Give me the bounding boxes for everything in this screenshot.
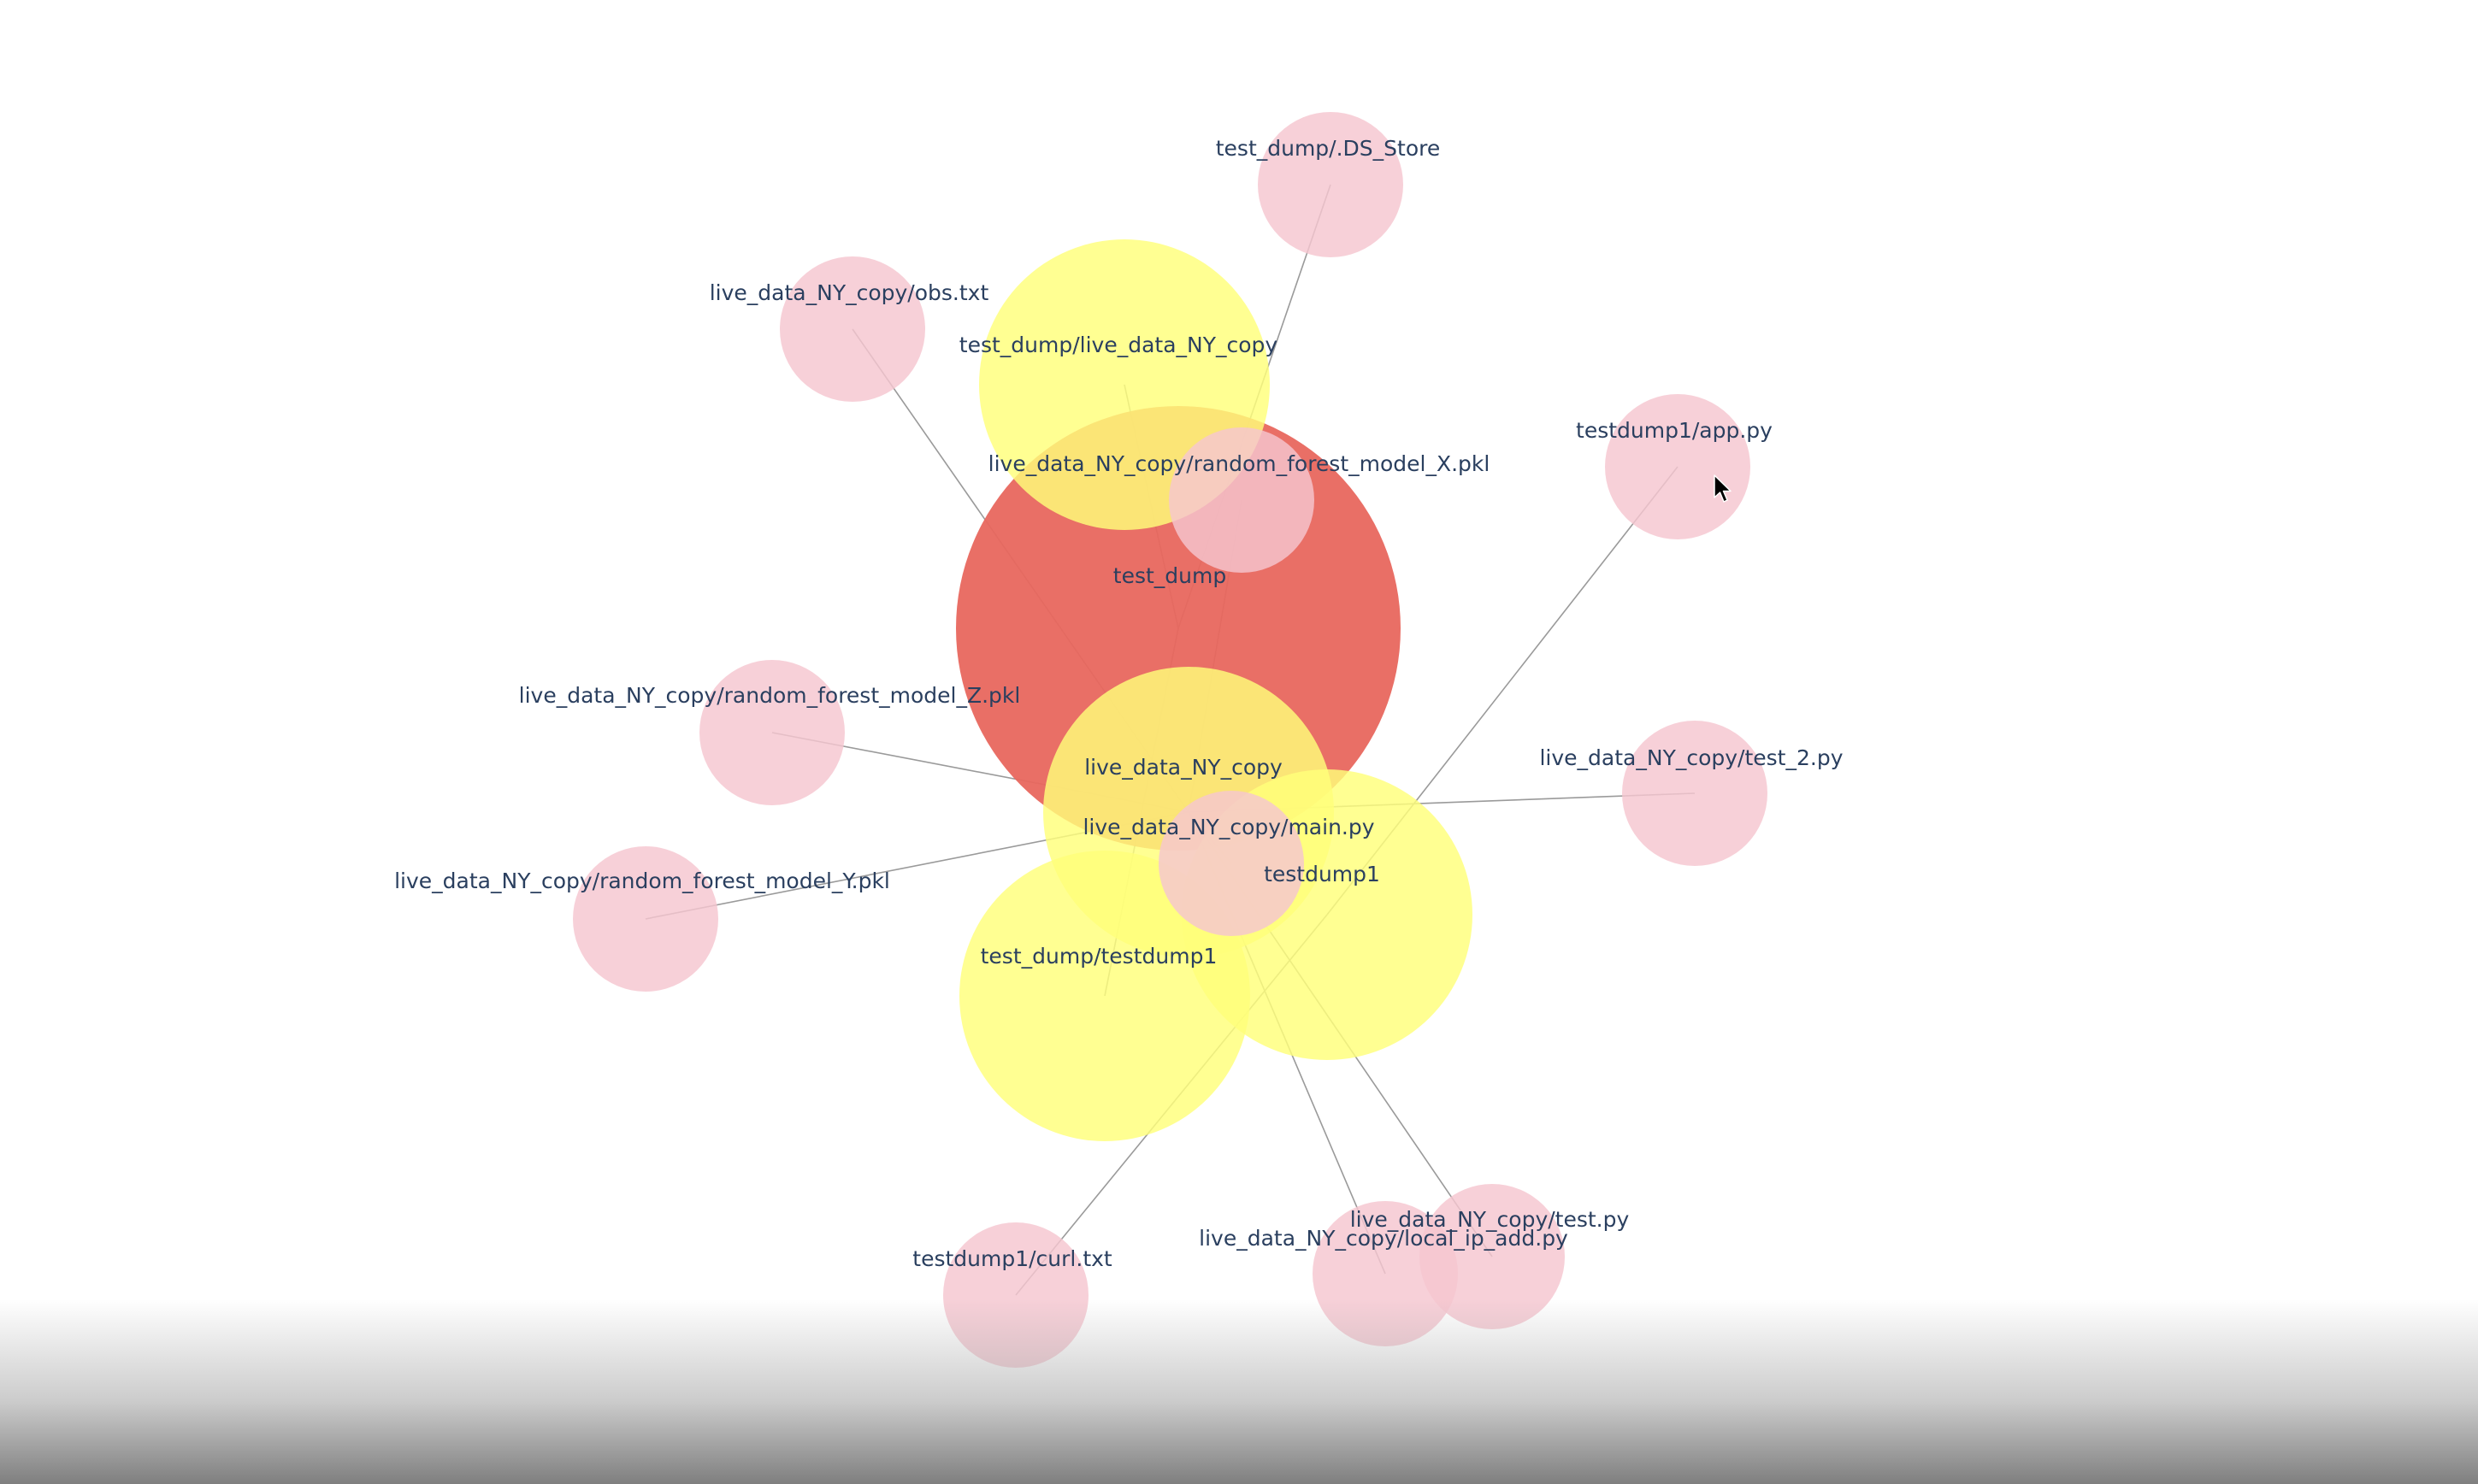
node-label-n6: live_data_NY_copy/test_2.py (1539, 745, 1843, 770)
node-label-f4: testdump1 (1264, 862, 1380, 886)
node-label-n8: live_data_NY_copy/random_forest_model_Y.… (394, 869, 890, 893)
node-file-n3[interactable] (1169, 427, 1314, 573)
node-label-f1: test_dump/live_data_NY_copy (959, 333, 1278, 357)
node-file-n11[interactable] (943, 1222, 1089, 1368)
node-label-n5: live_data_NY_copy/random_forest_model_Z.… (519, 683, 1021, 708)
network-graph[interactable]: test_dump test_dump/live_data_NY_copy live… (0, 0, 2478, 1484)
node-label-f3: test_dump/testdump1 (981, 944, 1218, 969)
node-file-n6[interactable] (1622, 721, 1767, 866)
node-label-n10: live_data_NY_copy/local_ip_add.py (1199, 1226, 1568, 1251)
node-label-n4: testdump1/app.py (1576, 418, 1773, 443)
node-label-n3: live_data_NY_copy/random_forest_model_X.… (988, 451, 1490, 476)
node-label-test_dump: test_dump (1113, 563, 1226, 588)
node-label-n2: live_data_NY_copy/obs.txt (710, 280, 989, 305)
node-file-n5[interactable] (699, 660, 845, 805)
node-label-n11: testdump1/curl.txt (912, 1246, 1112, 1271)
node-file-n4[interactable] (1605, 394, 1750, 539)
node-label-n7: live_data_NY_copy/main.py (1083, 815, 1374, 839)
graph-canvas[interactable]: test_dumptest_dump/live_data_NY_copylive… (0, 0, 2478, 1484)
node-label-n1: test_dump/.DS_Store (1216, 136, 1441, 161)
mouse-pointer-icon (1714, 474, 1732, 503)
node-file-n1[interactable] (1258, 112, 1403, 257)
node-file-n2[interactable] (780, 256, 925, 402)
node-label-f2: live_data_NY_copy (1084, 755, 1283, 780)
